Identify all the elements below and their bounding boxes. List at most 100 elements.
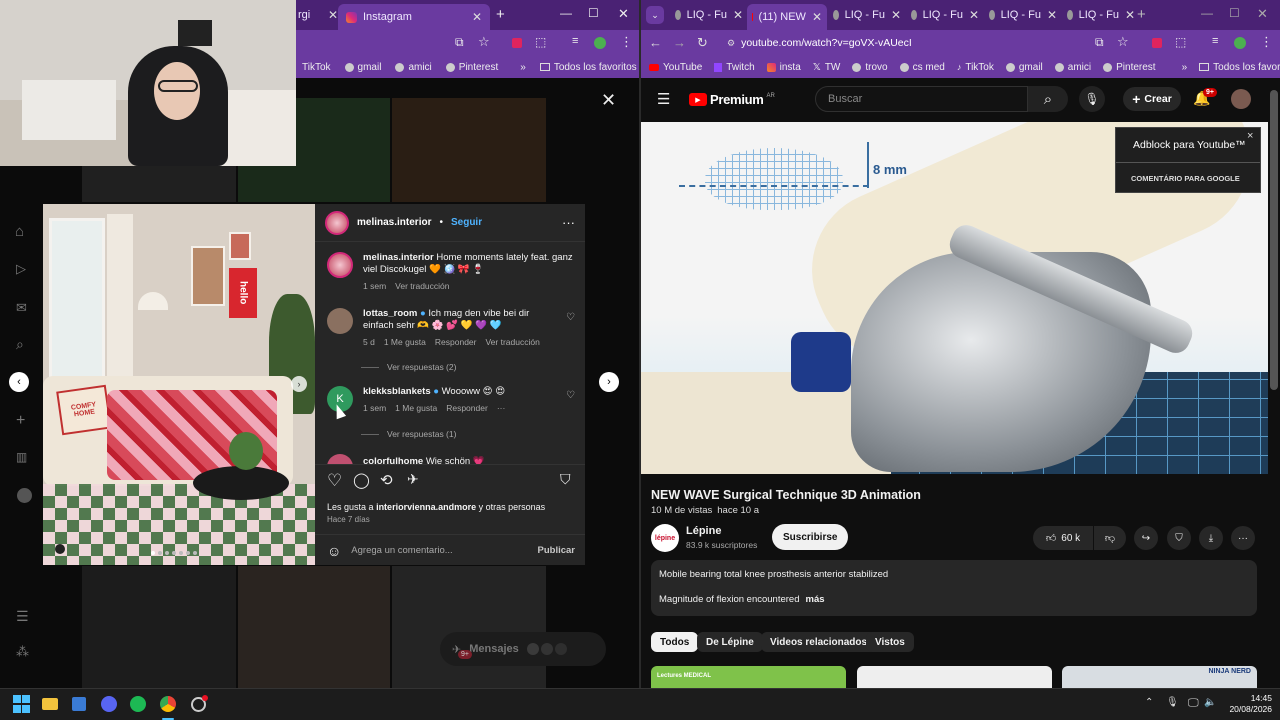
new-tab-icon[interactable]: +: [496, 6, 505, 23]
post-options-icon[interactable]: ···: [562, 215, 575, 230]
media-icon[interactable]: ≡: [572, 35, 578, 47]
account-avatar[interactable]: [1231, 89, 1251, 109]
extension-icon[interactable]: [1152, 38, 1162, 48]
comment-likes[interactable]: 1 Me gusta: [395, 403, 437, 413]
star-icon[interactable]: ☆: [478, 34, 490, 50]
puzzle-icon[interactable]: ⬚: [535, 35, 546, 49]
save-icon[interactable]: ⛉: [560, 471, 571, 488]
cast-icon[interactable]: ⧉: [455, 35, 464, 50]
share-button[interactable]: ↪: [1134, 526, 1158, 550]
site-info-icon[interactable]: ⚙: [727, 38, 735, 49]
like-icon[interactable]: ♡: [327, 471, 342, 491]
chrome-icon[interactable]: [158, 694, 178, 714]
profile-avatar[interactable]: [17, 488, 32, 503]
clock[interactable]: 14:45 20/08/2026: [1222, 693, 1272, 715]
reload-icon[interactable]: ↻: [697, 35, 708, 51]
monitor-tray-icon[interactable]: 🖵: [1188, 697, 1199, 710]
mic-tray-icon[interactable]: 🎙: [1166, 697, 1179, 708]
bookmark-twitch[interactable]: Twitch: [714, 62, 755, 73]
comment-likes[interactable]: 1 Me gusta: [384, 337, 426, 347]
comment-input[interactable]: Agrega un comentario...: [351, 545, 527, 556]
menu-icon[interactable]: ⋮: [1260, 34, 1273, 50]
bookmark-insta[interactable]: insta: [766, 62, 801, 73]
reply-link[interactable]: Responder: [435, 337, 477, 347]
close-post-icon[interactable]: ✕: [601, 90, 616, 111]
create-icon[interactable]: +: [16, 412, 25, 430]
discord-icon[interactable]: [99, 694, 119, 714]
likes-user[interactable]: interiorvienna.andmore: [376, 502, 476, 512]
like-button[interactable]: 👍︎ 60 k: [1033, 526, 1093, 550]
bookmark-trovo[interactable]: trovo: [852, 62, 888, 73]
menu-icon[interactable]: ⋮: [620, 34, 633, 50]
publish-button[interactable]: Publicar: [538, 545, 576, 556]
new-tab-icon[interactable]: +: [1137, 6, 1146, 23]
translate-link[interactable]: Ver traducción: [485, 337, 539, 347]
related-video-thumb[interactable]: NINJA NERD: [1062, 666, 1257, 688]
close-window-icon[interactable]: ✕: [1257, 6, 1268, 22]
show-more-link[interactable]: más: [806, 594, 825, 605]
bookmark-pinterest[interactable]: Pinterest: [445, 62, 498, 73]
bookmark-amici[interactable]: amici: [1054, 62, 1091, 73]
author-avatar[interactable]: [325, 210, 349, 235]
create-button[interactable]: + Crear: [1123, 87, 1181, 111]
volume-tray-icon[interactable]: 🔈: [1204, 697, 1216, 708]
close-tab-icon[interactable]: ✕: [969, 8, 979, 22]
close-tab-icon[interactable]: ✕: [891, 8, 901, 22]
post-author[interactable]: melinas.interior: [357, 217, 431, 228]
bookmark-tw[interactable]: 𝕏 TW: [813, 62, 841, 73]
tab-search-icon[interactable]: ⌄: [646, 6, 664, 24]
spotify-icon[interactable]: [128, 694, 148, 714]
apps-icon[interactable]: ⁂: [16, 644, 29, 660]
star-icon[interactable]: ☆: [1117, 34, 1129, 50]
store-icon[interactable]: [69, 694, 89, 714]
maximize-icon[interactable]: ☐: [1229, 6, 1240, 20]
minimize-icon[interactable]: —: [1201, 6, 1213, 20]
channel-name[interactable]: Lépine: [686, 525, 721, 537]
tab-liq-5[interactable]: LIQ - Fu ✕: [1063, 4, 1139, 26]
view-replies[interactable]: Ver respuestas (1): [361, 429, 456, 439]
tagged-user-icon[interactable]: [55, 544, 65, 554]
chip-videos-relacionados[interactable]: Videos relacionados: [761, 632, 877, 652]
scrollbar[interactable]: [1270, 90, 1278, 390]
bookmark-pinterest[interactable]: Pinterest: [1103, 62, 1156, 73]
bookmark-youtube[interactable]: YouTube: [649, 62, 702, 73]
windows-start-icon[interactable]: [11, 694, 31, 714]
address-bar[interactable]: ⚙ youtube.com/watch?v=goVX-vAUecI: [719, 33, 1139, 53]
tab-liq-4[interactable]: LIQ - Fu ✕: [985, 4, 1061, 26]
repost-icon[interactable]: ⟲: [380, 471, 393, 489]
back-icon[interactable]: ←: [649, 35, 662, 50]
prev-post-button[interactable]: ‹: [9, 372, 29, 392]
reply-link[interactable]: Responder: [446, 403, 488, 413]
tab-youtube[interactable]: (11) NEW ✕: [747, 4, 827, 30]
tab-liq-2[interactable]: LIQ - Fu ✕: [829, 4, 905, 26]
comment-user[interactable]: colorfulhome: [363, 456, 423, 464]
bookmark-tiktok[interactable]: ♪ TikTok: [957, 62, 994, 73]
show-hidden-icons[interactable]: ⌃: [1145, 697, 1153, 708]
related-video-thumb[interactable]: [857, 666, 1052, 688]
download-button[interactable]: ⤓: [1199, 526, 1223, 550]
youtube-logo[interactable]: ▶ Premium AR: [689, 92, 775, 107]
post-image[interactable]: hello COMFY HOME ›: [43, 204, 315, 565]
search-button[interactable]: ⌕: [1028, 86, 1068, 112]
chip-de-lepine[interactable]: De Lépine: [697, 632, 763, 652]
search-input[interactable]: Buscar: [815, 86, 1028, 112]
search-icon[interactable]: ⌕: [16, 336, 24, 353]
next-post-button[interactable]: ›: [599, 372, 619, 392]
adblock-close-icon[interactable]: ×: [1247, 130, 1253, 142]
image-next-icon[interactable]: ›: [291, 376, 307, 392]
bookmark-gmail[interactable]: gmail: [1005, 62, 1043, 73]
close-tab-icon[interactable]: ✕: [1047, 8, 1057, 22]
bookmark-gmail[interactable]: gmail: [344, 62, 381, 73]
tab-left-1[interactable]: rgi ✕: [298, 4, 338, 26]
commenter-avatar[interactable]: [327, 308, 353, 334]
emoji-icon[interactable]: ☺: [327, 543, 341, 559]
comment-user[interactable]: klekksblankets: [363, 386, 431, 397]
description-box[interactable]: Mobile bearing total knee prosthesis ant…: [651, 560, 1257, 616]
chevron-right-icon[interactable]: »: [520, 62, 526, 73]
more-actions-button[interactable]: ···: [1231, 526, 1255, 550]
avatar[interactable]: [594, 37, 606, 49]
dislike-button[interactable]: 👎︎: [1094, 526, 1126, 550]
extension-icon[interactable]: [512, 38, 522, 48]
comment-icon[interactable]: ◯: [353, 471, 370, 489]
dashboard-icon[interactable]: ▥: [16, 450, 27, 464]
